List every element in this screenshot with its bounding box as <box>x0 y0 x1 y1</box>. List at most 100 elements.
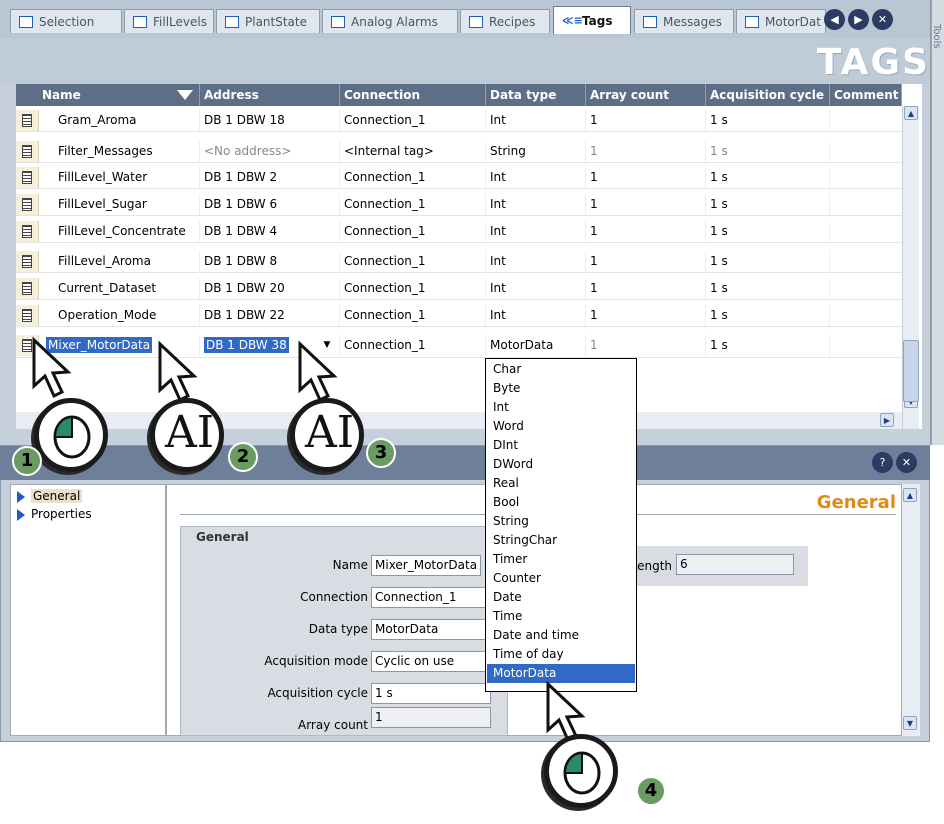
cell-data-type[interactable]: Int <box>486 194 586 215</box>
option-time[interactable]: Time <box>487 607 635 626</box>
acqcycle-select[interactable]: 1 s <box>371 683 491 704</box>
cell-array-count[interactable]: 1 <box>586 305 706 326</box>
tab-recipes[interactable]: Recipes <box>460 9 550 33</box>
cell-acquisition-cycle[interactable]: 1 s <box>706 141 830 162</box>
connection-select[interactable]: Connection_1 <box>371 587 491 608</box>
scroll-thumb[interactable] <box>903 340 919 402</box>
scroll-down-icon[interactable]: ▼ <box>903 716 917 730</box>
table-row[interactable]: FillLevel_Aroma DB 1 DBW 8 Connection_1 … <box>16 251 902 273</box>
option-date[interactable]: Date <box>487 588 635 607</box>
tab-filllevels[interactable]: FillLevels <box>124 9 214 33</box>
table-row[interactable]: Gram_Aroma DB 1 DBW 18 Connection_1 Int … <box>16 110 902 132</box>
cell-connection[interactable]: Connection_1 <box>340 251 486 272</box>
name-field[interactable]: Mixer_MotorData <box>371 555 481 576</box>
table-row[interactable]: Current_Dataset DB 1 DBW 20 Connection_1… <box>16 278 902 300</box>
cell-name[interactable]: FillLevel_Water <box>54 167 200 188</box>
option-counter[interactable]: Counter <box>487 569 635 588</box>
table-row[interactable]: Filter_Messages <No address> <Internal t… <box>16 141 902 163</box>
tab-analog-alarms[interactable]: Analog Alarms <box>322 9 458 33</box>
cell-acquisition-cycle[interactable]: 1 s <box>706 251 830 272</box>
cell-address[interactable]: DB 1 DBW 4 <box>200 221 340 242</box>
cell-array-count[interactable]: 1 <box>586 335 706 356</box>
cell-connection[interactable]: Connection_1 <box>340 305 486 326</box>
table-row[interactable]: FillLevel_Water DB 1 DBW 2 Connection_1 … <box>16 167 902 189</box>
row-header[interactable] <box>16 167 39 188</box>
row-header[interactable] <box>16 278 39 299</box>
properties-scrollbar[interactable]: ▲ ▼ <box>902 484 920 736</box>
cell-data-type[interactable]: MotorData <box>486 335 586 356</box>
cell-name[interactable]: Operation_Mode <box>54 305 200 326</box>
cell-acquisition-cycle[interactable]: 1 s <box>706 110 830 131</box>
cell-address[interactable]: DB 1 DBW 8 <box>200 251 340 272</box>
cell-connection[interactable]: <Internal tag> <box>340 141 486 162</box>
cell-array-count[interactable]: 1 <box>586 251 706 272</box>
option-date-and-time[interactable]: Date and time <box>487 626 635 645</box>
datatype-select[interactable]: MotorData <box>371 619 491 640</box>
tab-selection[interactable]: Selection <box>10 9 122 33</box>
help-icon[interactable]: ? <box>872 452 893 473</box>
option-string[interactable]: String <box>487 512 635 531</box>
cell-data-type[interactable]: String <box>486 141 586 162</box>
cell-address[interactable]: DB 1 DBW 22 <box>200 305 340 326</box>
option-real[interactable]: Real <box>487 474 635 493</box>
row-header[interactable] <box>16 110 39 131</box>
cell-array-count[interactable]: 1 <box>586 167 706 188</box>
tree-item-properties[interactable]: Properties <box>17 507 92 521</box>
table-horizontal-scrollbar[interactable]: ▶ <box>16 412 902 429</box>
length-field[interactable]: 6 <box>676 554 794 575</box>
scroll-up-icon[interactable]: ▲ <box>903 488 917 502</box>
option-bool[interactable]: Bool <box>487 493 635 512</box>
column-header-comment[interactable]: Comment <box>830 84 902 106</box>
cell-connection[interactable]: Connection_1 <box>340 110 486 131</box>
row-header[interactable] <box>16 251 39 272</box>
option-timer[interactable]: Timer <box>487 550 635 569</box>
cell-data-type[interactable]: Int <box>486 167 586 188</box>
cell-data-type[interactable]: Int <box>486 305 586 326</box>
column-header-connection[interactable]: Connection <box>340 84 486 106</box>
option-stringchar[interactable]: StringChar <box>487 531 635 550</box>
tab-motordata[interactable]: MotorDat <box>736 9 826 33</box>
option-byte[interactable]: Byte <box>487 379 635 398</box>
column-header-name[interactable]: Name <box>38 84 200 106</box>
cell-acquisition-cycle[interactable]: 1 s <box>706 167 830 188</box>
cell-data-type[interactable]: Int <box>486 221 586 242</box>
acqmode-select[interactable]: Cyclic on use <box>371 651 491 672</box>
tab-scroll-left-icon[interactable]: ◀ <box>824 9 845 30</box>
column-header-acquisition-cycle[interactable]: Acquisition cycle <box>706 84 830 106</box>
cell-name[interactable]: Filter_Messages <box>54 141 200 162</box>
row-header[interactable] <box>16 305 39 326</box>
cell-name[interactable]: Gram_Aroma <box>54 110 200 131</box>
table-row[interactable]: FillLevel_Concentrate DB 1 DBW 4 Connect… <box>16 221 902 243</box>
column-header-array-count[interactable]: Array count <box>586 84 706 106</box>
option-dint[interactable]: DInt <box>487 436 635 455</box>
cell-array-count[interactable]: 1 <box>586 110 706 131</box>
cell-name[interactable]: FillLevel_Concentrate <box>54 221 200 242</box>
cell-name[interactable]: FillLevel_Sugar <box>54 194 200 215</box>
close-icon[interactable]: ✕ <box>872 9 893 30</box>
cell-acquisition-cycle[interactable]: 1 s <box>706 335 830 356</box>
cell-data-type[interactable]: Int <box>486 278 586 299</box>
cell-array-count[interactable]: 1 <box>586 194 706 215</box>
cell-acquisition-cycle[interactable]: 1 s <box>706 194 830 215</box>
cell-connection[interactable]: Connection_1 <box>340 335 486 356</box>
tab-scroll-right-icon[interactable]: ▶ <box>848 9 869 30</box>
option-time-of-day[interactable]: Time of day <box>487 645 635 664</box>
cell-address[interactable]: DB 1 DBW 18 <box>200 110 340 131</box>
cell-address[interactable]: DB 1 DBW 6 <box>200 194 340 215</box>
cell-address[interactable]: DB 1 DBW 2 <box>200 167 340 188</box>
tab-tags[interactable]: ≪≡ Tags <box>553 6 631 34</box>
data-type-dropdown-list[interactable]: Char Byte Int Word DInt DWord Real Bool … <box>485 358 637 692</box>
cell-array-count[interactable]: 1 <box>586 221 706 242</box>
cell-name[interactable]: Current_Dataset <box>54 278 200 299</box>
cell-connection[interactable]: Connection_1 <box>340 278 486 299</box>
option-int[interactable]: Int <box>487 398 635 417</box>
cell-acquisition-cycle[interactable]: 1 s <box>706 305 830 326</box>
cell-name[interactable]: FillLevel_Aroma <box>54 251 200 272</box>
close-properties-icon[interactable]: ✕ <box>896 452 917 473</box>
tree-item-general[interactable]: General <box>17 489 83 503</box>
option-dword[interactable]: DWord <box>487 455 635 474</box>
cell-connection[interactable]: Connection_1 <box>340 167 486 188</box>
cell-array-count[interactable]: 1 <box>586 141 706 162</box>
row-header[interactable] <box>16 141 39 162</box>
cell-array-count[interactable]: 1 <box>586 278 706 299</box>
